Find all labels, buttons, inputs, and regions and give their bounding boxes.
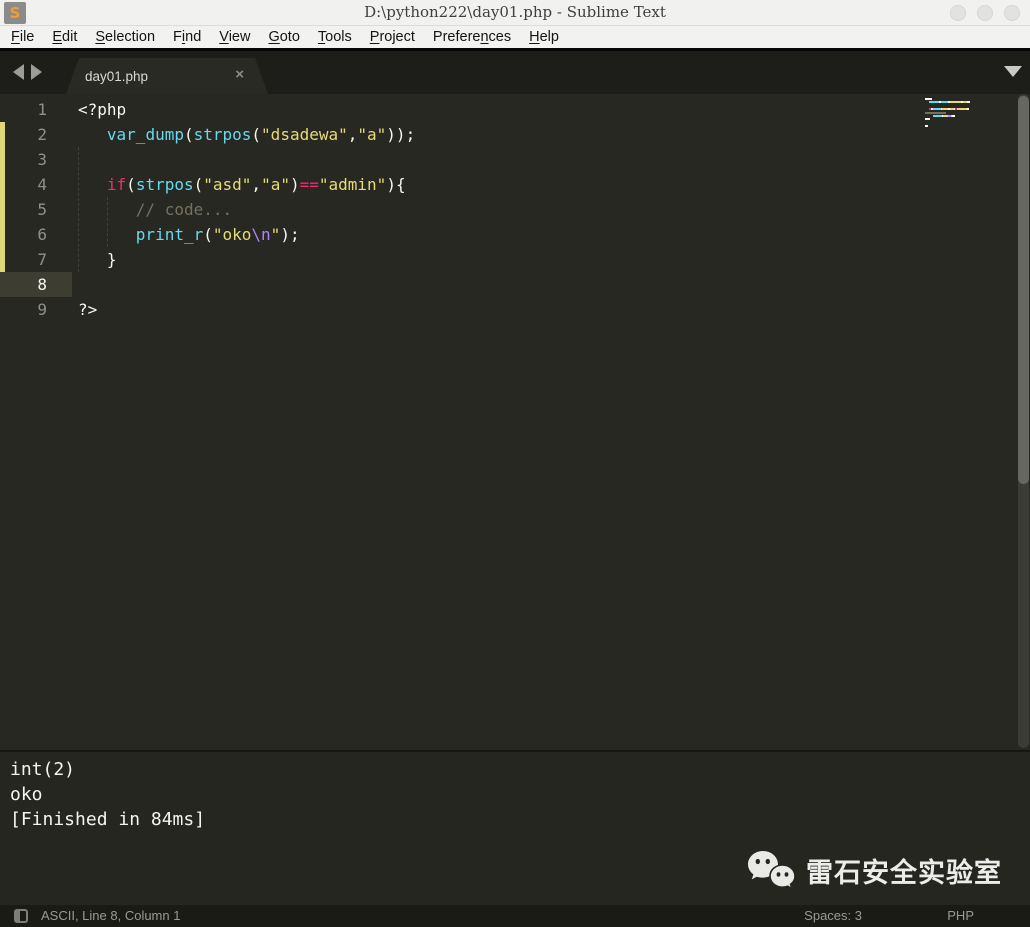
code-text: ?> (60, 297, 97, 322)
title-bar: S D:\python222\day01.php - Sublime Text (0, 0, 1030, 26)
sublime-text-window: S D:\python222\day01.php - Sublime Text … (0, 0, 1030, 927)
menu-item-help[interactable]: Help (520, 29, 568, 45)
menu-item-project[interactable]: Project (361, 29, 424, 45)
line-number: 8 (0, 272, 60, 297)
menu-item-view[interactable]: View (210, 29, 259, 45)
menu-item-preferences[interactable]: Preferences (424, 29, 520, 45)
menu-bar: FileEditSelectionFindViewGotoToolsProjec… (0, 26, 1030, 48)
menu-item-goto[interactable]: Goto (259, 29, 308, 45)
syntax-label[interactable]: PHP (947, 908, 974, 923)
tab-label: day01.php (85, 69, 148, 84)
line-number: 7 (0, 247, 60, 272)
code-line-4[interactable]: 4 if(strpos("asd","a")=="admin"){ (0, 172, 1030, 197)
code-text: // code... (60, 197, 232, 222)
line-number: 9 (0, 297, 60, 322)
code-text: print_r("oko\n"); (60, 222, 300, 247)
indent-setting-label[interactable]: Spaces: 3 (804, 908, 862, 923)
minimap-line (925, 118, 930, 120)
code-text (60, 272, 78, 297)
tab-bar: day01.php × (0, 51, 1030, 94)
maximize-button[interactable] (977, 5, 993, 21)
vintage-mode-icon[interactable] (14, 909, 28, 923)
line-number: 4 (0, 172, 60, 197)
tab-list-dropdown-icon[interactable] (1004, 66, 1022, 77)
tab-close-icon[interactable]: × (235, 66, 244, 84)
menu-item-file[interactable]: File (2, 29, 43, 45)
minimize-button[interactable] (950, 5, 966, 21)
scrollbar-thumb[interactable] (1018, 96, 1029, 484)
minimap-line (925, 108, 969, 110)
watermark: 雷石安全实验室 (746, 849, 1002, 891)
console-output-line: [Finished in 84ms] (0, 807, 1030, 832)
menu-item-selection[interactable]: Selection (86, 29, 164, 45)
code-line-3[interactable]: 3 (0, 147, 1030, 172)
cursor-position-label: ASCII, Line 8, Column 1 (41, 908, 180, 923)
code-line-6[interactable]: 6 print_r("oko\n"); (0, 222, 1030, 247)
wechat-icon (746, 849, 796, 891)
menu-item-find[interactable]: Find (164, 29, 210, 45)
build-output-text: int(2)oko[Finished in 84ms] (0, 752, 1030, 832)
line-number: 2 (0, 122, 60, 147)
code-text: } (60, 247, 117, 272)
tab-nav-right-icon[interactable] (31, 64, 42, 80)
tab-day01-php[interactable]: day01.php × (66, 58, 268, 94)
status-bar: ASCII, Line 8, Column 1 Spaces: 3 PHP (0, 905, 1030, 927)
minimap-line (925, 115, 955, 117)
console-output-line: int(2) (0, 757, 1030, 782)
minimap-line (925, 125, 928, 127)
code-text: if(strpos("asd","a")=="admin"){ (60, 172, 406, 197)
menu-item-tools[interactable]: Tools (309, 29, 361, 45)
code-text: var_dump(strpos("dsadewa","a")); (60, 122, 415, 147)
editor-area[interactable]: 1<?php2 var_dump(strpos("dsadewa","a"));… (0, 94, 1030, 750)
code-text: <?php (60, 97, 126, 122)
line-number: 5 (0, 197, 60, 222)
code-line-2[interactable]: 2 var_dump(strpos("dsadewa","a")); (0, 122, 1030, 147)
minimap[interactable] (925, 98, 985, 138)
minimap-line (925, 112, 946, 114)
window-title: D:\python222\day01.php - Sublime Text (0, 3, 1030, 21)
close-button[interactable] (1004, 5, 1020, 21)
code-lines[interactable]: 1<?php2 var_dump(strpos("dsadewa","a"));… (0, 97, 1030, 322)
code-text (60, 147, 78, 172)
line-number: 6 (0, 222, 60, 247)
code-line-8[interactable]: 8 (0, 272, 1030, 297)
minimap-line (925, 101, 970, 103)
code-line-5[interactable]: 5 // code... (0, 197, 1030, 222)
line-number: 3 (0, 147, 60, 172)
code-line-9[interactable]: 9?> (0, 297, 1030, 322)
build-output-panel[interactable]: int(2)oko[Finished in 84ms] 雷石安全实验室 (0, 750, 1030, 905)
line-number: 1 (0, 97, 60, 122)
watermark-text: 雷石安全实验室 (806, 851, 1002, 890)
minimap-line (925, 98, 932, 100)
code-line-1[interactable]: 1<?php (0, 97, 1030, 122)
menu-item-edit[interactable]: Edit (43, 29, 86, 45)
code-line-7[interactable]: 7 } (0, 247, 1030, 272)
tab-nav-left-icon[interactable] (13, 64, 24, 80)
console-output-line: oko (0, 782, 1030, 807)
